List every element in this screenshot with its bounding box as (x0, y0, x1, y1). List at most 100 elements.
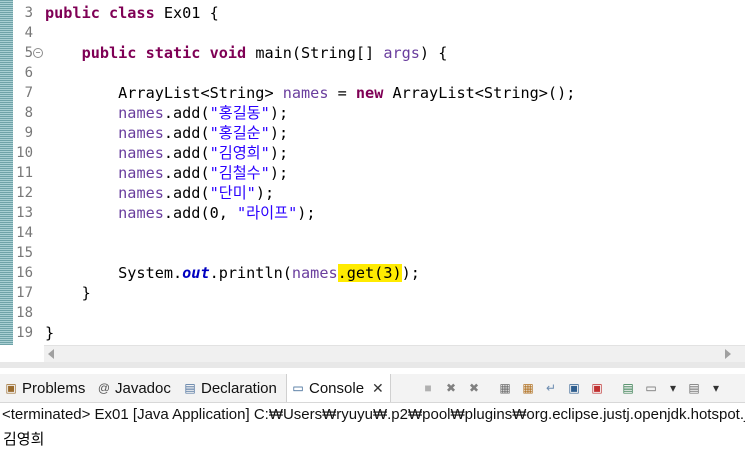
scroll-left-icon[interactable] (48, 349, 54, 359)
code-token: .add( (163, 184, 210, 202)
code-token: .add( (163, 124, 210, 142)
code-line[interactable]: 19} (0, 323, 745, 343)
remove-launch-icon[interactable]: ✖ (443, 380, 459, 396)
line-number: 8 (24, 105, 33, 121)
close-icon[interactable]: ✕ (372, 380, 384, 397)
code-token: ); (269, 144, 289, 162)
code-token: "단미" (209, 184, 256, 202)
code-editor[interactable]: 3 public class Ex01 {4 5− public static vo… (0, 0, 745, 345)
code-token: } (45, 284, 91, 302)
code-token: ); (255, 184, 275, 202)
line-number: 18 (16, 305, 33, 321)
line-number: 16 (16, 265, 33, 281)
display-selected-console-icon[interactable]: ▭ (643, 380, 659, 396)
code-token: .add(0, (163, 204, 238, 222)
code-text: } (45, 283, 91, 303)
code-token: names (118, 164, 164, 182)
view-tab-bar: ▣ Problems @ Javadoc ▤ Declaration ▭ Con… (0, 374, 745, 403)
code-token: main(String[] (246, 44, 384, 62)
pin-console-icon[interactable]: ▤ (620, 380, 636, 396)
code-line[interactable]: 15 (0, 243, 745, 263)
declaration-icon: ▤ (184, 381, 196, 395)
fold-collapse-icon[interactable]: − (33, 48, 43, 58)
line-number: 15 (16, 245, 33, 261)
scroll-right-icon[interactable] (725, 349, 731, 359)
tab-declaration[interactable]: ▤ Declaration (183, 374, 277, 402)
code-line[interactable]: 14 (0, 223, 745, 243)
line-number: 5 (24, 45, 33, 61)
line-number: 7 (24, 85, 33, 101)
code-token: = (328, 84, 356, 102)
code-token: out (182, 264, 210, 282)
code-token: names (118, 124, 164, 142)
display-dropdown-icon[interactable]: ▾ (665, 380, 681, 396)
code-line[interactable]: 11 names.add("김철수"); (0, 163, 745, 183)
code-token: ); (269, 104, 289, 122)
terminate-icon[interactable]: ■ (420, 380, 436, 396)
tab-label: Javadoc (115, 379, 171, 397)
code-token: args (383, 44, 420, 62)
remove-all-terminated-icon[interactable]: ✖ (466, 380, 482, 396)
code-text: names.add("김영희"); (45, 143, 288, 163)
open-dropdown-icon[interactable]: ▾ (708, 380, 724, 396)
code-line[interactable]: 17 } (0, 283, 745, 303)
code-token: } (45, 324, 55, 342)
open-console-icon[interactable]: ▤ (686, 380, 702, 396)
code-text: names.add(0, "라이프"); (45, 203, 316, 223)
code-line[interactable]: 6 (0, 63, 745, 83)
code-token: public static void (81, 44, 247, 62)
code-token: "라이프" (237, 204, 298, 222)
code-text: System.out.println(names.get(3)); (45, 263, 420, 283)
code-token: names (118, 104, 164, 122)
code-line[interactable]: 4 (0, 23, 745, 43)
code-line[interactable]: 3 public class Ex01 { (0, 3, 745, 23)
show-on-stdout-icon[interactable]: ▣ (566, 380, 582, 396)
tab-console[interactable]: ▭ Console ✕ (286, 374, 391, 402)
code-line[interactable]: 8 names.add("홍길동"); (0, 103, 745, 123)
code-line[interactable]: 13 names.add(0, "라이프"); (0, 203, 745, 223)
code-line[interactable]: 16 System.out.println(names.get(3)); (0, 263, 745, 283)
code-line[interactable]: 18 (0, 303, 745, 323)
code-line[interactable]: 5− public static void main(String[] args… (0, 43, 745, 63)
code-line[interactable]: 10 names.add("김영희"); (0, 143, 745, 163)
gutter-bottom (0, 345, 44, 362)
code-token: "홍길순" (209, 124, 270, 142)
code-line[interactable]: 9 names.add("홍길순"); (0, 123, 745, 143)
code-line[interactable]: 12 names.add("단미"); (0, 183, 745, 203)
code-line[interactable]: 7 ArrayList<String> names = new ArrayLis… (0, 83, 745, 103)
tab-javadoc[interactable]: @ Javadoc (97, 374, 171, 402)
console-icon: ▭ (292, 381, 304, 395)
code-token: .add( (163, 164, 210, 182)
code-text: public class Ex01 { (45, 3, 219, 23)
code-token: "김철수" (209, 164, 270, 182)
code-text: names.add("홍길동"); (45, 103, 288, 123)
code-token: public class (45, 4, 155, 22)
code-token: ) { (419, 44, 448, 62)
scroll-lock-icon[interactable]: ▦ (520, 380, 536, 396)
line-number: 6 (24, 65, 33, 81)
code-token: names (118, 204, 164, 222)
code-text: names.add("김철수"); (45, 163, 288, 183)
code-text: ArrayList<String> names = new ArrayList<… (45, 83, 575, 103)
console-output[interactable]: 김영희 (3, 428, 44, 449)
code-token: names (118, 184, 164, 202)
tab-problems[interactable]: ▣ Problems (4, 374, 85, 402)
word-wrap-icon[interactable]: ↵ (543, 380, 559, 396)
code-token: "김영희" (209, 144, 270, 162)
code-text: } (45, 323, 54, 343)
code-token: "홍길동" (209, 104, 270, 122)
horizontal-scrollbar[interactable] (44, 345, 745, 362)
line-number: 14 (16, 225, 33, 241)
show-on-stderr-icon[interactable]: ▣ (589, 380, 605, 396)
code-token: .add( (163, 104, 210, 122)
code-token: ); (401, 264, 420, 282)
code-token: .println( (209, 264, 292, 282)
tab-label: Problems (22, 379, 86, 397)
code-token: ); (297, 204, 316, 222)
clear-console-icon[interactable]: ▦ (497, 380, 513, 396)
line-number: 9 (24, 125, 33, 141)
line-number: 19 (16, 325, 33, 341)
